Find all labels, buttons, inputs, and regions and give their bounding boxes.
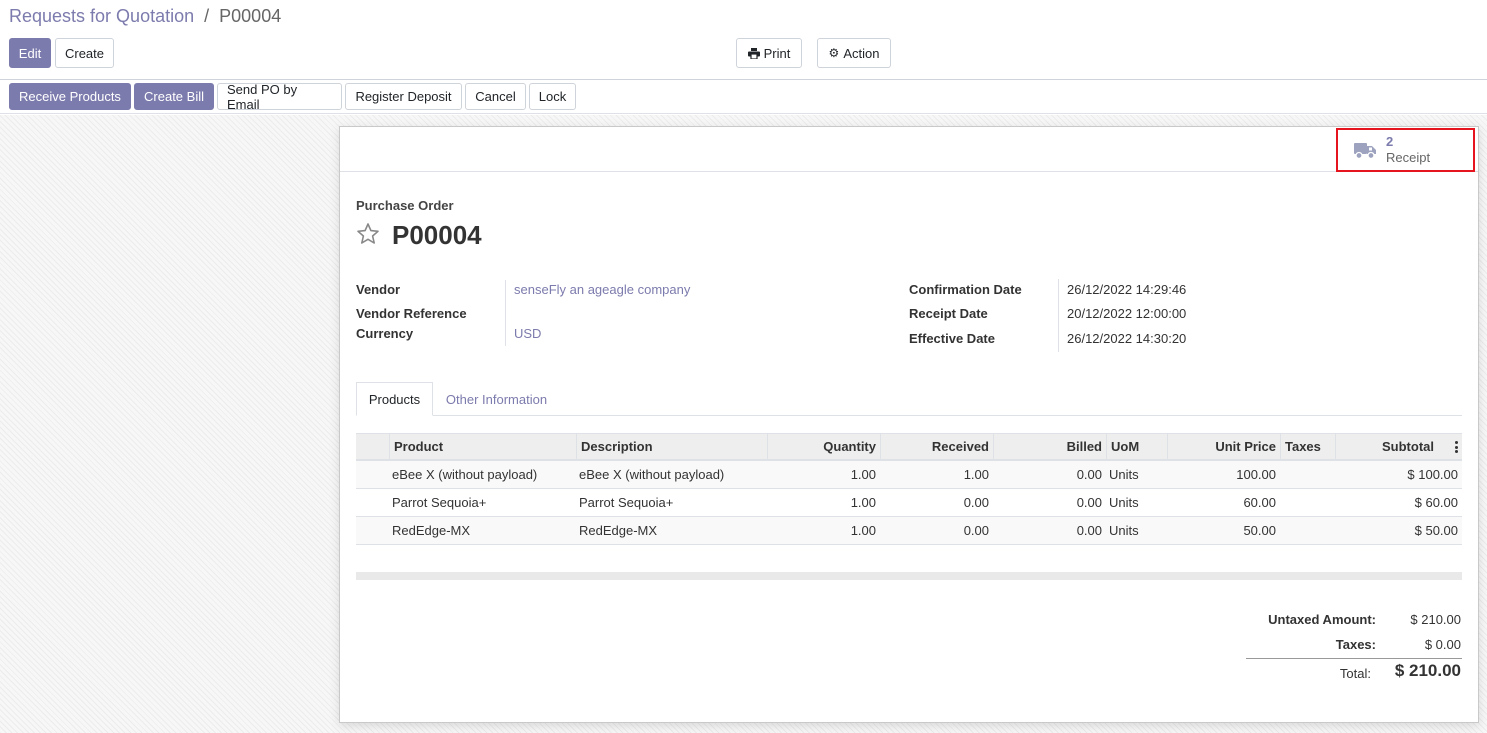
row-description: RedEdge-MX [579, 523, 658, 538]
row-subtotal: $ 100.00 [1407, 467, 1458, 482]
column-subtotal[interactable]: Subtotal [1335, 434, 1438, 460]
row-quantity: 1.00 [850, 523, 876, 538]
receive-products-button[interactable]: Receive Products [9, 83, 131, 110]
table-row[interactable]: RedEdge-MX RedEdge-MX 1.00 0.00 0.00 Uni… [356, 517, 1462, 545]
column-uom[interactable]: UoM [1106, 434, 1167, 460]
row-billed: 0.00 [1076, 523, 1102, 538]
receipt-count: 2 [1386, 134, 1394, 149]
confirmation-date-value: 26/12/2022 14:29:46 [1067, 282, 1187, 297]
tab-other-information[interactable]: Other Information [433, 382, 560, 416]
breadcrumb-current: P00004 [219, 6, 282, 26]
row-description: Parrot Sequoia+ [579, 495, 674, 510]
notebook-tabs: Products Other Information [356, 382, 1462, 416]
row-product: eBee X (without payload) [392, 467, 538, 482]
row-quantity: 1.00 [850, 495, 876, 510]
row-product: RedEdge-MX [392, 523, 471, 538]
column-taxes[interactable]: Taxes [1280, 434, 1335, 460]
table-header: Product Description Quantity Received Bi… [356, 433, 1462, 461]
row-received: 0.00 [963, 523, 989, 538]
cancel-button[interactable]: Cancel [465, 83, 526, 110]
horizontal-scrollbar[interactable] [356, 572, 1462, 580]
row-uom: Units [1109, 467, 1139, 482]
right-field-divider [1058, 279, 1059, 352]
row-product: Parrot Sequoia+ [392, 495, 487, 510]
currency-label: Currency [356, 326, 414, 341]
print-icon [747, 47, 760, 59]
breadcrumb-parent-link[interactable]: Requests for Quotation [9, 6, 194, 26]
form-sheet: 2 Receipt Purchase Order P00004 Vendor s… [339, 126, 1479, 723]
row-received: 1.00 [963, 467, 989, 482]
confirmation-date-label: Confirmation Date [909, 282, 1022, 297]
document-type: Purchase Order [356, 198, 454, 213]
button-box: 2 Receipt [340, 127, 1478, 172]
row-taxes [1280, 461, 1288, 488]
currency-value[interactable]: USD [514, 326, 541, 341]
register-deposit-button[interactable]: Register Deposit [345, 83, 462, 110]
breadcrumb-separator: / [204, 6, 210, 26]
effective-date-label: Effective Date [909, 331, 995, 346]
row-subtotal: $ 50.00 [1414, 523, 1458, 538]
row-quantity: 1.00 [850, 467, 876, 482]
table-row[interactable]: eBee X (without payload) eBee X (without… [356, 461, 1462, 489]
untaxed-amount-value: $ 210.00 [1410, 612, 1461, 627]
action-label: Action [843, 45, 880, 61]
column-unit-price[interactable]: Unit Price [1167, 434, 1280, 460]
star-icon[interactable] [356, 222, 380, 246]
table-row[interactable]: Parrot Sequoia+ Parrot Sequoia+ 1.00 0.0… [356, 489, 1462, 517]
receipt-date-label: Receipt Date [909, 306, 988, 321]
taxes-label: Taxes: [1335, 637, 1376, 652]
left-field-divider [505, 280, 506, 346]
receipt-label: Receipt [1386, 150, 1431, 165]
document-name: P00004 [392, 220, 482, 250]
receipt-smart-button[interactable]: 2 Receipt [1336, 128, 1475, 172]
row-taxes [1280, 517, 1288, 544]
tab-products[interactable]: Products [356, 382, 433, 416]
row-unit-price: 100.00 [1236, 467, 1276, 482]
column-description[interactable]: Description [576, 434, 767, 460]
truck-icon [1354, 143, 1376, 160]
row-subtotal: $ 60.00 [1414, 495, 1458, 510]
vendor-reference-label: Vendor Reference [356, 306, 467, 321]
gear-icon: ⚙ [828, 46, 840, 60]
row-description: eBee X (without payload) [579, 467, 725, 482]
effective-date-value: 26/12/2022 14:30:20 [1067, 331, 1187, 346]
column-billed[interactable]: Billed [993, 434, 1106, 460]
print-button[interactable]: Print [736, 38, 802, 68]
totals-divider [1246, 658, 1462, 659]
column-product[interactable]: Product [389, 434, 576, 460]
breadcrumb: Requests for Quotation / P00004 [9, 6, 281, 27]
row-uom: Units [1109, 523, 1139, 538]
optional-columns-icon[interactable] [1455, 441, 1458, 453]
edit-button[interactable]: Edit [9, 38, 51, 68]
row-unit-price: 50.00 [1243, 523, 1276, 538]
send-po-email-button[interactable]: Send PO by Email [217, 82, 342, 112]
receipt-date-value: 20/12/2022 12:00:00 [1067, 306, 1187, 321]
row-taxes [1280, 489, 1288, 516]
lock-button[interactable]: Lock [529, 83, 576, 110]
row-billed: 0.00 [1076, 467, 1102, 482]
vendor-value[interactable]: senseFly an ageagle company [514, 282, 690, 297]
statusbar: Receive Products Create Bill Send PO by … [0, 79, 1487, 114]
taxes-value: $ 0.00 [1424, 637, 1461, 652]
create-button[interactable]: Create [55, 38, 114, 68]
vendor-label: Vendor [356, 282, 401, 297]
row-billed: 0.00 [1076, 495, 1102, 510]
order-lines-table: Product Description Quantity Received Bi… [356, 433, 1462, 545]
column-received[interactable]: Received [880, 434, 993, 460]
column-quantity[interactable]: Quantity [767, 434, 880, 460]
print-label: Print [763, 45, 791, 61]
row-uom: Units [1109, 495, 1139, 510]
control-panel: Requests for Quotation / P00004 Edit Cre… [0, 0, 1487, 114]
total-value: $ 210.00 [1394, 661, 1461, 680]
untaxed-amount-label: Untaxed Amount: [1268, 612, 1376, 627]
row-unit-price: 60.00 [1243, 495, 1276, 510]
create-bill-button[interactable]: Create Bill [134, 83, 214, 110]
total-label: Total: [1339, 666, 1371, 681]
row-received: 0.00 [963, 495, 989, 510]
action-button[interactable]: ⚙ Action [817, 38, 891, 68]
